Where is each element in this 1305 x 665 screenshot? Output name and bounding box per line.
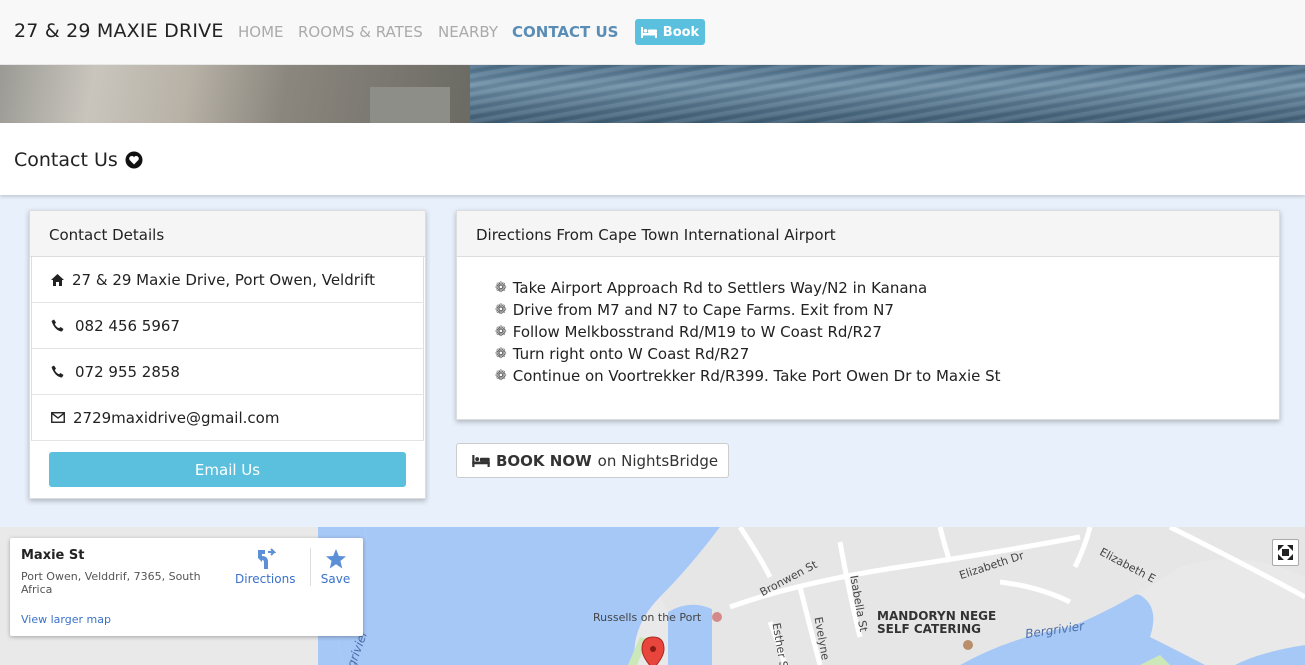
- list-item: ❁ Continue on Voortrekker Rd/R399. Take P…: [495, 365, 1279, 387]
- directions-list: ❁ Take Airport Approach Rd to Settlers Wa…: [457, 257, 1279, 387]
- list-item: ❁ Drive from M7 and N7 to Cape Farms. Exi…: [495, 299, 1279, 321]
- hero-bollard: [370, 87, 450, 123]
- direction-text: Turn right onto W Coast Rd/R27: [512, 345, 750, 363]
- directions-heading: Directions From Cape Town International …: [457, 211, 1279, 257]
- phone-text-1[interactable]: 082 456 5967: [75, 317, 180, 335]
- shell-icon: ❁: [495, 368, 507, 384]
- map-place-name: Maxie St: [21, 548, 85, 563]
- nav-contact-us[interactable]: CONTACT US: [512, 23, 618, 41]
- star-icon: [325, 549, 346, 569]
- page-title: Contact Us: [14, 149, 143, 171]
- directions-panel: Directions From Cape Town International …: [456, 210, 1280, 420]
- nav-home[interactable]: HOME: [238, 23, 284, 41]
- hero-water: [470, 65, 1305, 123]
- map-directions-label: Directions: [235, 572, 296, 586]
- poi-marker: [963, 640, 973, 650]
- contact-details-panel: Contact Details 27 & 29 Maxie Drive, Por…: [29, 210, 426, 499]
- nav-rooms-rates[interactable]: ROOMS & RATES: [298, 23, 423, 41]
- direction-text: Drive from M7 and N7 to Cape Farms. Exit…: [512, 301, 894, 319]
- map-save-label: Save: [320, 572, 351, 586]
- list-item: ❁ Take Airport Approach Rd to Settlers Wa…: [495, 277, 1279, 299]
- contact-details-heading: Contact Details: [30, 211, 425, 257]
- address-row: 27 & 29 Maxie Drive, Port Owen, Veldrift: [31, 257, 424, 303]
- heart-circle-icon: [125, 151, 143, 169]
- direction-text: Follow Melkbosstrand Rd/M19 to W Coast R…: [512, 323, 882, 341]
- brand-link[interactable]: 27 & 29 MAXIE DRIVE: [14, 20, 224, 42]
- email-row: 2729maxidrive@gmail.com: [31, 395, 424, 441]
- direction-text: Continue on Voortrekker Rd/R399. Take Po…: [512, 367, 1001, 385]
- book-now-button[interactable]: BOOK NOW on NightsBridge: [456, 443, 729, 478]
- email-us-button[interactable]: Email Us: [49, 452, 406, 487]
- map-label-mandoryn-1: MANDORYN NEGE: [877, 609, 997, 623]
- shell-icon: ❁: [495, 324, 507, 340]
- bed-icon: [640, 26, 657, 38]
- shell-icon: ❁: [495, 280, 507, 296]
- expand-icon: [1278, 545, 1293, 560]
- embedded-map[interactable]: Russells on the Port MANDORYN NEGE SELF …: [0, 527, 1305, 665]
- shell-icon: ❁: [495, 346, 507, 362]
- book-now-rest: on NightsBridge: [597, 451, 719, 470]
- hero-image: [0, 65, 1305, 123]
- directions-icon: [258, 548, 276, 569]
- phone-icon: [51, 365, 64, 378]
- phone-icon: [51, 319, 64, 332]
- poi-marker: [712, 612, 722, 622]
- home-icon: [51, 273, 64, 286]
- shell-icon: ❁: [495, 302, 507, 318]
- map-directions-button[interactable]: Directions: [235, 548, 295, 586]
- map-label-mandoryn-2: SELF CATERING: [877, 622, 982, 636]
- map-place-card: Maxie St Port Owen, Velddrif, 7365, Sout…: [10, 538, 363, 636]
- map-label-russells: Russells on the Port: [593, 611, 702, 624]
- nav-nearby[interactable]: NEARBY: [438, 23, 498, 41]
- book-now-bold: BOOK NOW: [496, 451, 592, 470]
- list-item: ❁ Turn right onto W Coast Rd/R27: [495, 343, 1279, 365]
- phone-row-2: 072 955 2858: [31, 349, 424, 395]
- page-header: Contact Us: [0, 123, 1305, 195]
- page-title-text: Contact Us: [14, 149, 118, 171]
- list-item: ❁ Follow Melkbosstrand Rd/M19 to W Coast …: [495, 321, 1279, 343]
- navbar: 27 & 29 MAXIE DRIVE HOME ROOMS & RATES N…: [0, 0, 1305, 65]
- bed-icon: [472, 454, 490, 467]
- map-place-address: Port Owen, Velddrif, 7365, South Africa: [21, 570, 201, 596]
- phone-row-1: 082 456 5967: [31, 303, 424, 349]
- nav-book-button[interactable]: Book: [635, 19, 705, 45]
- address-text: 27 & 29 Maxie Drive, Port Owen, Veldrift: [72, 270, 375, 289]
- email-text[interactable]: 2729maxidrive@gmail.com: [73, 409, 279, 427]
- map-save-button[interactable]: Save: [310, 548, 360, 586]
- view-larger-map-link[interactable]: View larger map: [21, 613, 111, 626]
- nav-book-label: Book: [662, 24, 700, 40]
- map-fullscreen-button[interactable]: [1272, 539, 1299, 566]
- direction-text: Take Airport Approach Rd to Settlers Way…: [512, 279, 928, 297]
- envelope-icon: [51, 412, 65, 423]
- phone-text-2[interactable]: 072 955 2858: [75, 363, 180, 381]
